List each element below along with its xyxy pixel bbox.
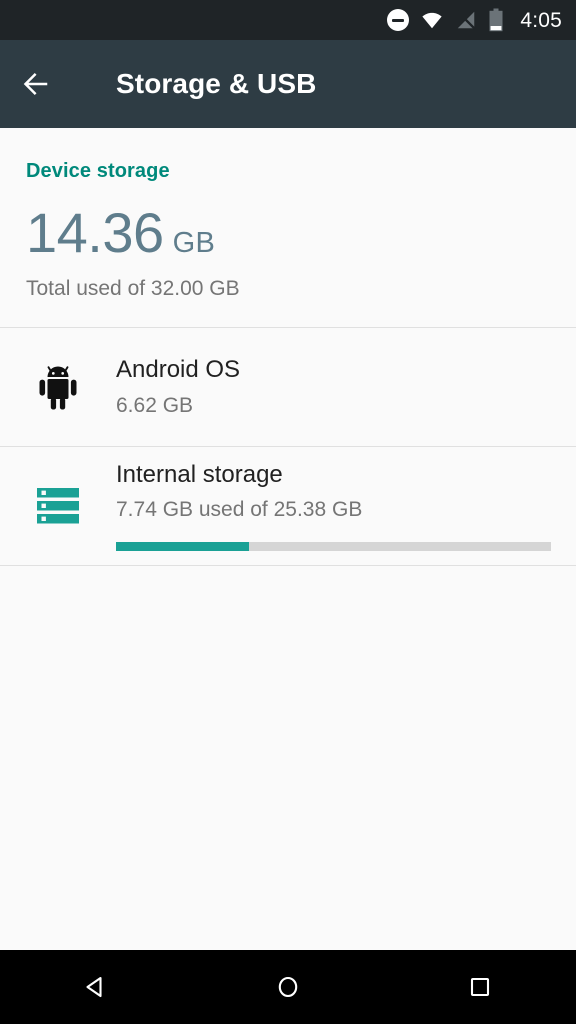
app-bar: Storage & USB bbox=[0, 40, 576, 128]
storage-used-value: 14.36 bbox=[26, 201, 164, 264]
do-not-disturb-icon bbox=[387, 9, 410, 31]
list-item-title: Internal storage bbox=[116, 460, 283, 488]
wifi-icon bbox=[422, 12, 442, 29]
nav-back-button[interactable] bbox=[0, 950, 192, 1024]
back-button[interactable] bbox=[0, 40, 72, 128]
signal-off-icon bbox=[456, 10, 476, 30]
internal-storage-icon bbox=[37, 488, 79, 524]
nav-recents-button[interactable] bbox=[384, 950, 576, 1024]
status-bar: 4:05 bbox=[0, 0, 576, 40]
battery-icon bbox=[489, 8, 503, 32]
storage-used-unit: GB bbox=[172, 227, 216, 259]
list-item-subtitle: 7.74 GB used of 25.38 GB bbox=[116, 498, 363, 522]
settings-content: Device storage 14.36 GB Total used of 32… bbox=[0, 128, 576, 950]
storage-progress-fill bbox=[116, 542, 249, 552]
nav-home-button[interactable] bbox=[192, 950, 384, 1024]
android-robot-icon bbox=[39, 366, 77, 410]
row-body: Internal storage 7.74 GB used of 25.38 G… bbox=[116, 461, 576, 552]
list-item-internal-storage[interactable]: Internal storage 7.74 GB used of 25.38 G… bbox=[0, 447, 576, 565]
android-screen: 4:05 Storage & USB Device storage 14.36 … bbox=[0, 0, 576, 1024]
storage-progress-bar bbox=[116, 542, 551, 552]
storage-total-caption: Total used of 32.00 GB bbox=[26, 277, 240, 300]
square-recents-icon bbox=[470, 977, 490, 997]
summary-bottom-spacer bbox=[0, 301, 576, 327]
circle-home-icon bbox=[278, 976, 298, 998]
list-item-android-os[interactable]: Android OS 6.62 GB bbox=[0, 328, 576, 446]
navigation-bar bbox=[0, 950, 576, 1024]
arrow-back-icon bbox=[23, 72, 48, 96]
row-icon-slot bbox=[0, 487, 116, 525]
storage-summary: 14.36 GB Total used of 32.00 GB bbox=[0, 183, 576, 301]
triangle-back-icon bbox=[86, 976, 102, 998]
page-title: Storage & USB bbox=[116, 68, 317, 99]
section-header-device-storage: Device storage bbox=[26, 160, 170, 182]
row-body: Android OS 6.62 GB bbox=[116, 356, 576, 418]
status-icon-group: 4:05 bbox=[387, 8, 562, 32]
divider bbox=[0, 565, 576, 566]
storage-used-amount: 14.36 GB bbox=[26, 205, 576, 261]
list-item-subtitle: 6.62 GB bbox=[116, 393, 194, 417]
status-bar-clock: 4:05 bbox=[520, 8, 562, 32]
row-icon-slot bbox=[0, 363, 116, 411]
list-item-title: Android OS bbox=[116, 356, 241, 383]
